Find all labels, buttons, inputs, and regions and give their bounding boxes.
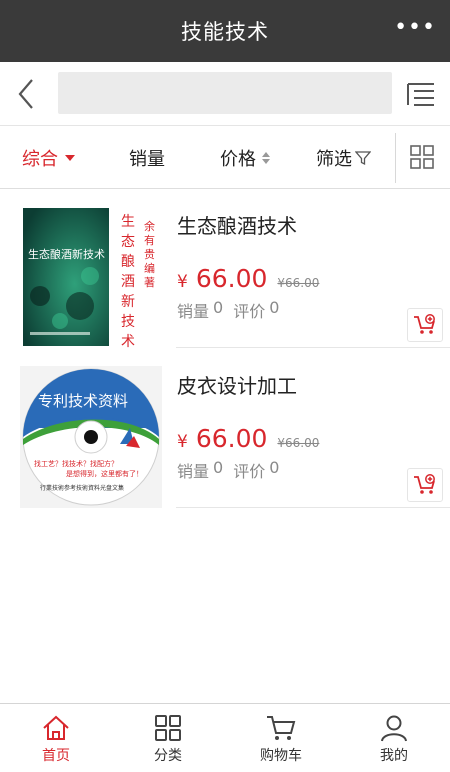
svg-text:新: 新 bbox=[121, 294, 135, 310]
price-row: ¥ 66.00 ¥66.00 bbox=[177, 424, 319, 453]
product-thumbnail[interactable]: 专利技术资料 找工艺？找技术？找配方？ 是想得到，这里都有了！ 行業技術参考技術… bbox=[20, 366, 162, 508]
product-price: 66.00 bbox=[195, 264, 268, 293]
tab-profile-label: 我的 bbox=[380, 748, 408, 764]
add-to-cart-icon bbox=[414, 314, 435, 334]
reviews-label: 评价 bbox=[233, 302, 266, 321]
svg-text:酿: 酿 bbox=[121, 254, 135, 270]
product-stats: 销量 0 评价 0 bbox=[177, 458, 283, 482]
tab-home[interactable]: 首页 bbox=[0, 704, 112, 772]
original-price: ¥66.00 bbox=[277, 436, 320, 450]
back-arrow-icon bbox=[18, 79, 33, 109]
dropdown-caret-icon bbox=[65, 155, 75, 161]
product-thumbnail[interactable]: 生态酿酒新技术 生 态 酿 酒 新 技 术 余 有 贵 编 著 bbox=[20, 206, 162, 350]
book-cover-title: 生态酿酒新技术 bbox=[28, 247, 105, 261]
product-item[interactable]: 生态酿酒新技术 生 态 酿 酒 新 技 术 余 有 贵 编 著 生态酿酒技术 ¥… bbox=[0, 190, 450, 350]
filter-label: 筛选 bbox=[316, 149, 352, 170]
home-icon bbox=[43, 715, 69, 740]
svg-text:术: 术 bbox=[121, 334, 135, 348]
item-divider bbox=[176, 347, 450, 348]
tab-cart-label: 购物车 bbox=[260, 748, 302, 764]
original-price: ¥66.00 bbox=[277, 276, 320, 290]
page-title: 技能技术 bbox=[181, 20, 269, 44]
currency-symbol: ¥ bbox=[177, 432, 188, 452]
svg-text:贵: 贵 bbox=[144, 248, 155, 261]
filter-button[interactable]: 筛选 bbox=[316, 127, 371, 189]
sort-comprehensive[interactable]: 综合 bbox=[22, 127, 75, 189]
category-grid-icon bbox=[155, 715, 181, 741]
sort-bar: 综合 销量 价格 筛选 bbox=[0, 127, 450, 189]
tab-profile[interactable]: 我的 bbox=[338, 704, 450, 772]
product-stats: 销量 0 评价 0 bbox=[177, 298, 283, 322]
list-menu-button[interactable] bbox=[404, 78, 438, 110]
disc-footer: 行業技術参考技術資料光盘文集 bbox=[40, 484, 124, 492]
back-button[interactable] bbox=[12, 76, 44, 112]
product-name[interactable]: 皮衣设计加工 bbox=[177, 370, 297, 399]
sales-count: 0 bbox=[213, 298, 224, 317]
svg-text:态: 态 bbox=[121, 234, 135, 250]
sales-label: 销量 bbox=[177, 302, 210, 321]
shopping-cart-icon bbox=[267, 716, 296, 740]
book-cover-image: 生态酿酒新技术 生 态 酿 酒 新 技 术 余 有 贵 编 著 bbox=[20, 206, 162, 350]
list-menu-icon bbox=[407, 83, 434, 106]
search-input[interactable] bbox=[58, 72, 392, 114]
bottom-tab-bar: 首页 分类 购物车 我的 bbox=[0, 703, 450, 772]
add-to-cart-button[interactable] bbox=[407, 468, 443, 502]
disc-cover-image: 专利技术资料 找工艺？找技术？找配方？ 是想得到，这里都有了！ 行業技術参考技術… bbox=[20, 366, 162, 508]
tab-home-label: 首页 bbox=[42, 748, 70, 764]
svg-text:有: 有 bbox=[144, 233, 155, 247]
filter-funnel-icon bbox=[355, 151, 371, 166]
user-profile-icon bbox=[381, 715, 407, 742]
item-divider bbox=[176, 507, 450, 508]
sales-label: 销量 bbox=[177, 462, 210, 481]
price-row: ¥ 66.00 ¥66.00 bbox=[177, 264, 319, 293]
tab-category[interactable]: 分类 bbox=[112, 704, 224, 772]
disc-tagline-1: 找工艺？找技术？找配方？ bbox=[34, 459, 118, 468]
sort-divider bbox=[395, 133, 396, 183]
svg-text:著: 著 bbox=[144, 275, 155, 289]
more-menu-button[interactable]: ••• bbox=[394, 17, 436, 39]
currency-symbol: ¥ bbox=[177, 272, 188, 292]
product-name[interactable]: 生态酿酒技术 bbox=[177, 210, 297, 239]
add-to-cart-button[interactable] bbox=[407, 308, 443, 342]
svg-text:编: 编 bbox=[144, 261, 155, 275]
grid-view-toggle[interactable] bbox=[410, 145, 434, 169]
reviews-label: 评价 bbox=[233, 462, 266, 481]
sort-price[interactable]: 价格 bbox=[220, 127, 270, 189]
sort-sales-label: 销量 bbox=[129, 149, 165, 170]
svg-text:酒: 酒 bbox=[121, 274, 135, 290]
tab-cart[interactable]: 购物车 bbox=[225, 704, 337, 772]
reviews-count: 0 bbox=[269, 298, 280, 317]
grid-view-icon bbox=[410, 145, 434, 169]
sort-comprehensive-label: 综合 bbox=[22, 149, 58, 170]
svg-text:技: 技 bbox=[121, 314, 135, 330]
sort-price-label: 价格 bbox=[220, 149, 256, 170]
sort-sales[interactable]: 销量 bbox=[129, 127, 165, 189]
product-item[interactable]: 专利技术资料 找工艺？找技术？找配方？ 是想得到，这里都有了！ 行業技術参考技術… bbox=[0, 350, 450, 508]
product-price: 66.00 bbox=[195, 424, 268, 453]
title-bar: 技能技术 ••• bbox=[0, 0, 450, 62]
svg-text:生: 生 bbox=[121, 214, 135, 230]
sales-count: 0 bbox=[213, 458, 224, 477]
search-bar bbox=[0, 62, 450, 126]
svg-text:余: 余 bbox=[144, 219, 155, 233]
disc-title: 专利技术资料 bbox=[38, 392, 128, 410]
disc-tagline-2: 是想得到，这里都有了！ bbox=[66, 469, 143, 478]
reviews-count: 0 bbox=[269, 458, 280, 477]
tab-category-label: 分类 bbox=[154, 748, 182, 764]
add-to-cart-icon bbox=[414, 474, 435, 494]
sort-order-icon bbox=[262, 152, 270, 164]
